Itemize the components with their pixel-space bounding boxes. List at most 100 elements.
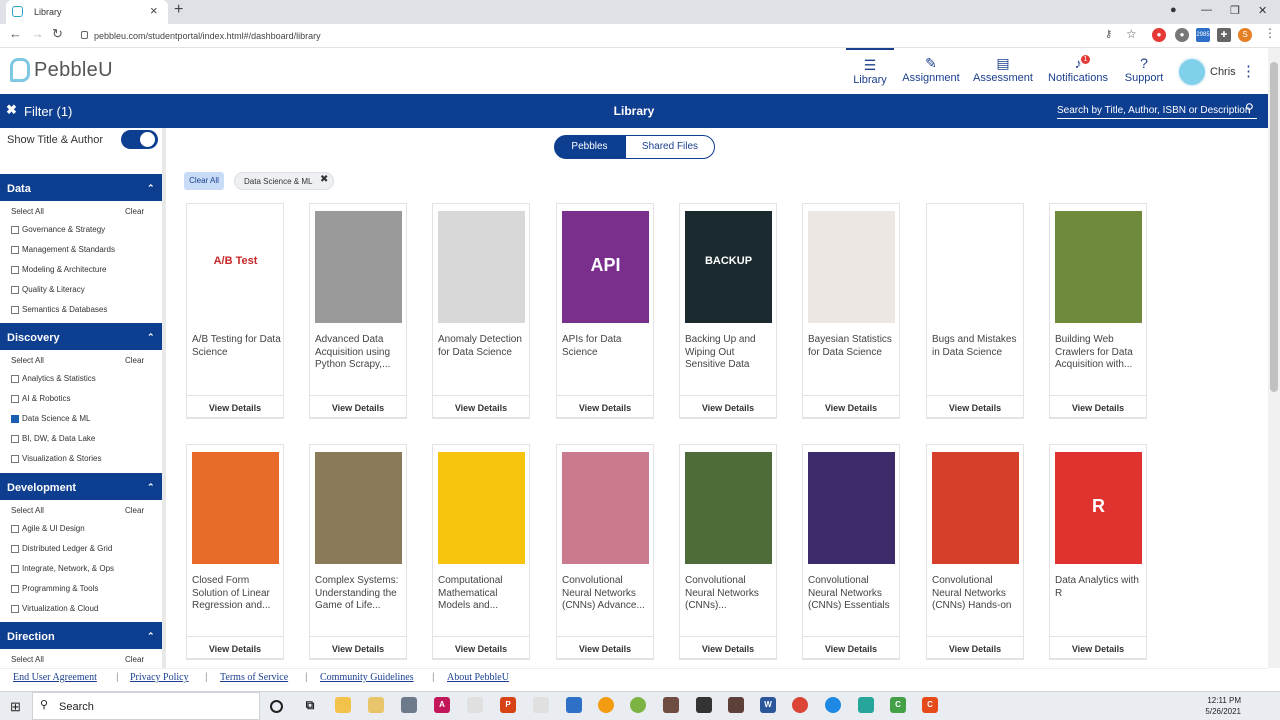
- clear-link[interactable]: Clear: [125, 655, 144, 664]
- community-guidelines-link[interactable]: Community Guidelines: [320, 672, 414, 683]
- powerpoint-icon[interactable]: P: [500, 697, 516, 713]
- book-card[interactable]: BACKUP Backing Up and Wiping Out Sensitiv…: [679, 203, 777, 419]
- filter-checkbox[interactable]: [11, 226, 19, 234]
- book-title[interactable]: Convolutional Neural Networks (CNNs) Ess…: [808, 575, 898, 623]
- notes-icon[interactable]: [663, 697, 679, 713]
- view-details-button[interactable]: View Details: [926, 636, 1024, 660]
- book-title[interactable]: Backing Up and Wiping Out Sensitive Data: [685, 334, 775, 382]
- puzzle-extensions-icon[interactable]: ✚: [1217, 28, 1231, 42]
- user-name[interactable]: Chris: [1210, 66, 1236, 78]
- filter-checkbox[interactable]: [11, 266, 19, 274]
- bookmark-star-icon[interactable]: ☆: [1126, 27, 1137, 41]
- sidebar-section-header[interactable]: Discovery ⌃: [0, 323, 162, 350]
- remote-desktop-icon[interactable]: [566, 697, 582, 713]
- search-input[interactable]: Search by Title, Author, ISBN or Descrip…: [1057, 102, 1257, 119]
- close-tab-icon[interactable]: ×: [150, 3, 158, 18]
- file-explorer-icon[interactable]: [335, 697, 351, 713]
- tab-shared-files[interactable]: Shared Files: [625, 135, 715, 159]
- chevron-up-icon[interactable]: ⌃: [147, 332, 155, 343]
- app-icon[interactable]: C: [922, 697, 938, 713]
- view-details-button[interactable]: View Details: [556, 395, 654, 419]
- book-card[interactable]: Complex Systems: Understanding the Game …: [309, 444, 407, 660]
- windows-start-icon[interactable]: ⊞: [10, 699, 21, 715]
- filter-checkbox[interactable]: [11, 286, 19, 294]
- book-cover-image[interactable]: [808, 452, 895, 564]
- filter-option-label[interactable]: Agile & UI Design: [22, 524, 85, 533]
- filter-checkbox[interactable]: [11, 565, 19, 573]
- main-scrollbar-thumb[interactable]: [1270, 62, 1278, 392]
- book-title[interactable]: Data Analytics with R: [1055, 575, 1145, 623]
- close-filter-icon[interactable]: ✖: [6, 102, 17, 118]
- folder-icon[interactable]: [368, 697, 384, 713]
- edge-icon[interactable]: [825, 697, 841, 713]
- view-details-button[interactable]: View Details: [186, 636, 284, 660]
- extension-badge-icon[interactable]: 2985: [1196, 28, 1210, 42]
- book-title[interactable]: Computational Mathematical Models and...: [438, 575, 528, 623]
- browser-tab[interactable]: Library: [6, 0, 168, 24]
- filter-option-label[interactable]: Governance & Strategy: [22, 225, 105, 234]
- book-title[interactable]: Complex Systems: Understanding the Game …: [315, 575, 405, 623]
- firefox-icon[interactable]: [598, 697, 614, 713]
- view-details-button[interactable]: View Details: [432, 636, 530, 660]
- image-viewer-icon[interactable]: [467, 697, 483, 713]
- extension-icon[interactable]: ●: [1175, 28, 1189, 42]
- end-user-agreement-link[interactable]: End User Agreement: [13, 672, 97, 683]
- nav-assignment[interactable]: ✎ Assignment: [900, 48, 962, 94]
- filter-checkbox[interactable]: [11, 415, 19, 423]
- view-details-button[interactable]: View Details: [186, 395, 284, 419]
- chevron-up-icon[interactable]: ⌃: [147, 183, 155, 194]
- camtasia-icon[interactable]: C: [890, 697, 906, 713]
- book-card[interactable]: Building Web Crawlers for Data Acquisiti…: [1049, 203, 1147, 419]
- view-details-button[interactable]: View Details: [309, 636, 407, 660]
- book-card[interactable]: Computational Mathematical Models and...…: [432, 444, 530, 660]
- filter-option-label[interactable]: BI, DW, & Data Lake: [22, 434, 95, 443]
- chrome-menu-icon[interactable]: ⋮: [1264, 26, 1276, 40]
- filter-checkbox[interactable]: [11, 306, 19, 314]
- clear-link[interactable]: Clear: [125, 207, 144, 216]
- search-icon[interactable]: ⚲: [1245, 101, 1254, 115]
- book-card[interactable]: R Data Analytics with R View Details: [1049, 444, 1147, 660]
- book-card[interactable]: Convolutional Neural Networks (CNNs) Adv…: [556, 444, 654, 660]
- filter-checkbox[interactable]: [11, 585, 19, 593]
- book-title[interactable]: Convolutional Neural Networks (CNNs)...: [685, 575, 775, 623]
- sidebar-section-header[interactable]: Development ⌃: [0, 473, 162, 500]
- filter-checkbox[interactable]: [11, 455, 19, 463]
- filter-checkbox[interactable]: [11, 545, 19, 553]
- about-pebbleu-link[interactable]: About PebbleU: [447, 672, 509, 683]
- filter-option-label[interactable]: AI & Robotics: [22, 394, 70, 403]
- nav-assessment[interactable]: ▤ Assessment: [972, 48, 1034, 94]
- book-card[interactable]: Closed Form Solution of Linear Regressio…: [186, 444, 284, 660]
- book-title[interactable]: Convolutional Neural Networks (CNNs) Han…: [932, 575, 1022, 623]
- filter-option-label[interactable]: Semantics & Databases: [22, 305, 107, 314]
- word-icon[interactable]: W: [760, 697, 776, 713]
- book-cover-image[interactable]: [192, 452, 279, 564]
- book-card[interactable]: API APIs for Data Science View Details: [556, 203, 654, 419]
- calculator-icon[interactable]: [401, 697, 417, 713]
- sidebar-section-header[interactable]: Direction ⌃: [0, 622, 162, 649]
- filter-checkbox[interactable]: [11, 246, 19, 254]
- forward-icon[interactable]: →: [31, 26, 44, 41]
- sidebar-scrollbar[interactable]: [162, 128, 166, 668]
- filter-option-label[interactable]: Quality & Literacy: [22, 285, 85, 294]
- view-details-button[interactable]: View Details: [432, 395, 530, 419]
- nav-notifications[interactable]: ♪ Notifications: [1044, 48, 1112, 94]
- book-title[interactable]: Advanced Data Acquisition using Python S…: [315, 334, 405, 382]
- app-icon[interactable]: [630, 697, 646, 713]
- filter-checkbox[interactable]: [11, 395, 19, 403]
- chrome-icon[interactable]: [792, 697, 808, 713]
- filter-option-label[interactable]: Distributed Ledger & Grid: [22, 544, 112, 553]
- book-card[interactable]: Anomaly Detection for Data Science View D…: [432, 203, 530, 419]
- more-menu-icon[interactable]: ⋮: [1241, 62, 1256, 80]
- view-details-button[interactable]: View Details: [802, 395, 900, 419]
- select-all-link[interactable]: Select All: [11, 356, 44, 365]
- book-card[interactable]: Convolutional Neural Networks (CNNs) Ess…: [802, 444, 900, 660]
- view-details-button[interactable]: View Details: [802, 636, 900, 660]
- task-view-icon[interactable]: ⧉: [302, 697, 318, 713]
- view-details-button[interactable]: View Details: [679, 636, 777, 660]
- back-icon[interactable]: ←: [9, 26, 22, 41]
- book-cover-image[interactable]: [438, 452, 525, 564]
- adblock-extension-icon[interactable]: ●: [1152, 28, 1166, 42]
- filter-option-label[interactable]: Data Science & ML: [22, 414, 90, 423]
- taskbar-search-box[interactable]: Search: [32, 692, 260, 720]
- book-card[interactable]: Convolutional Neural Networks (CNNs)... V…: [679, 444, 777, 660]
